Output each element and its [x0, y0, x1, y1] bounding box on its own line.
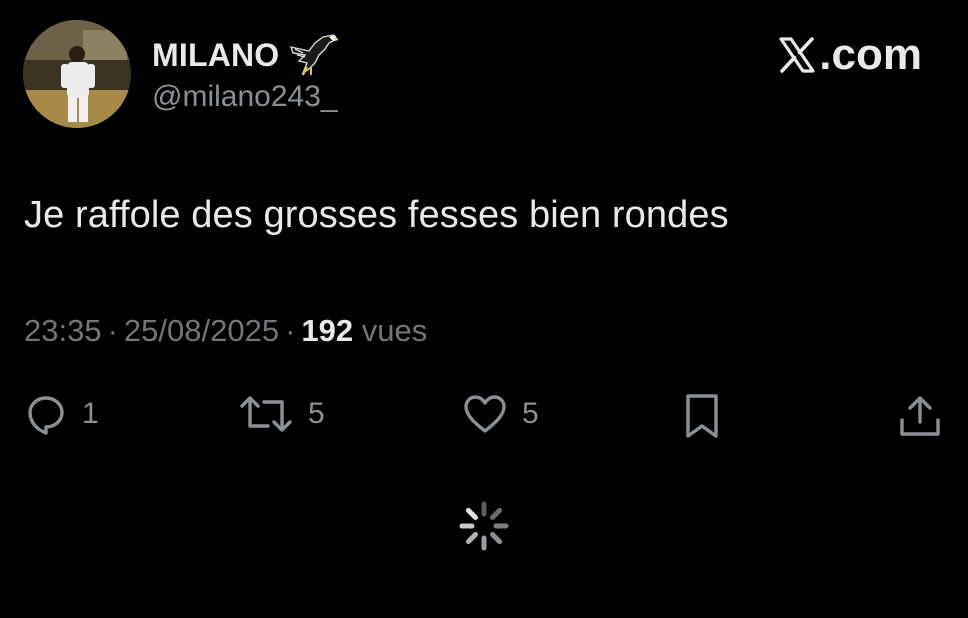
like-button[interactable]: 5: [462, 392, 539, 436]
tweet-meta: 23:35 · 25/08/2025 · 192 vues: [24, 313, 427, 349]
views-count[interactable]: 192: [301, 313, 353, 348]
tweet-time[interactable]: 23:35: [24, 313, 102, 348]
author-display-name[interactable]: MILANO: [152, 37, 279, 74]
retweet-button[interactable]: 5: [238, 392, 325, 436]
brand-label: .com: [819, 30, 922, 79]
share-icon: [896, 392, 944, 440]
tweet-date[interactable]: 25/08/2025: [124, 313, 279, 348]
bookmark-icon: [682, 392, 722, 440]
share-button[interactable]: [896, 392, 944, 440]
brand-watermark: .com: [777, 30, 922, 80]
tweet-text: Je raffole des grosses fesses bien ronde…: [24, 194, 729, 236]
bookmark-button[interactable]: [682, 392, 722, 440]
retweet-count: 5: [308, 397, 325, 430]
loading-spinner-icon: [456, 498, 512, 554]
eagle-icon: [289, 33, 340, 77]
reply-count: 1: [82, 397, 99, 430]
like-count: 5: [522, 397, 539, 430]
retweet-icon: [238, 392, 294, 436]
x-logo-icon: [777, 35, 817, 75]
author-name-row[interactable]: MILANO: [152, 33, 340, 77]
reply-button[interactable]: 1: [24, 392, 99, 436]
avatar[interactable]: [23, 20, 131, 128]
meta-separator: ·: [107, 313, 118, 348]
meta-separator: ·: [285, 313, 296, 348]
heart-icon: [462, 392, 508, 436]
views-label: vues: [361, 313, 428, 348]
action-bar: 1 5 5: [0, 392, 968, 448]
avatar-photo: [23, 20, 131, 128]
author-handle[interactable]: @milano243_: [152, 80, 338, 114]
reply-icon: [24, 392, 68, 436]
